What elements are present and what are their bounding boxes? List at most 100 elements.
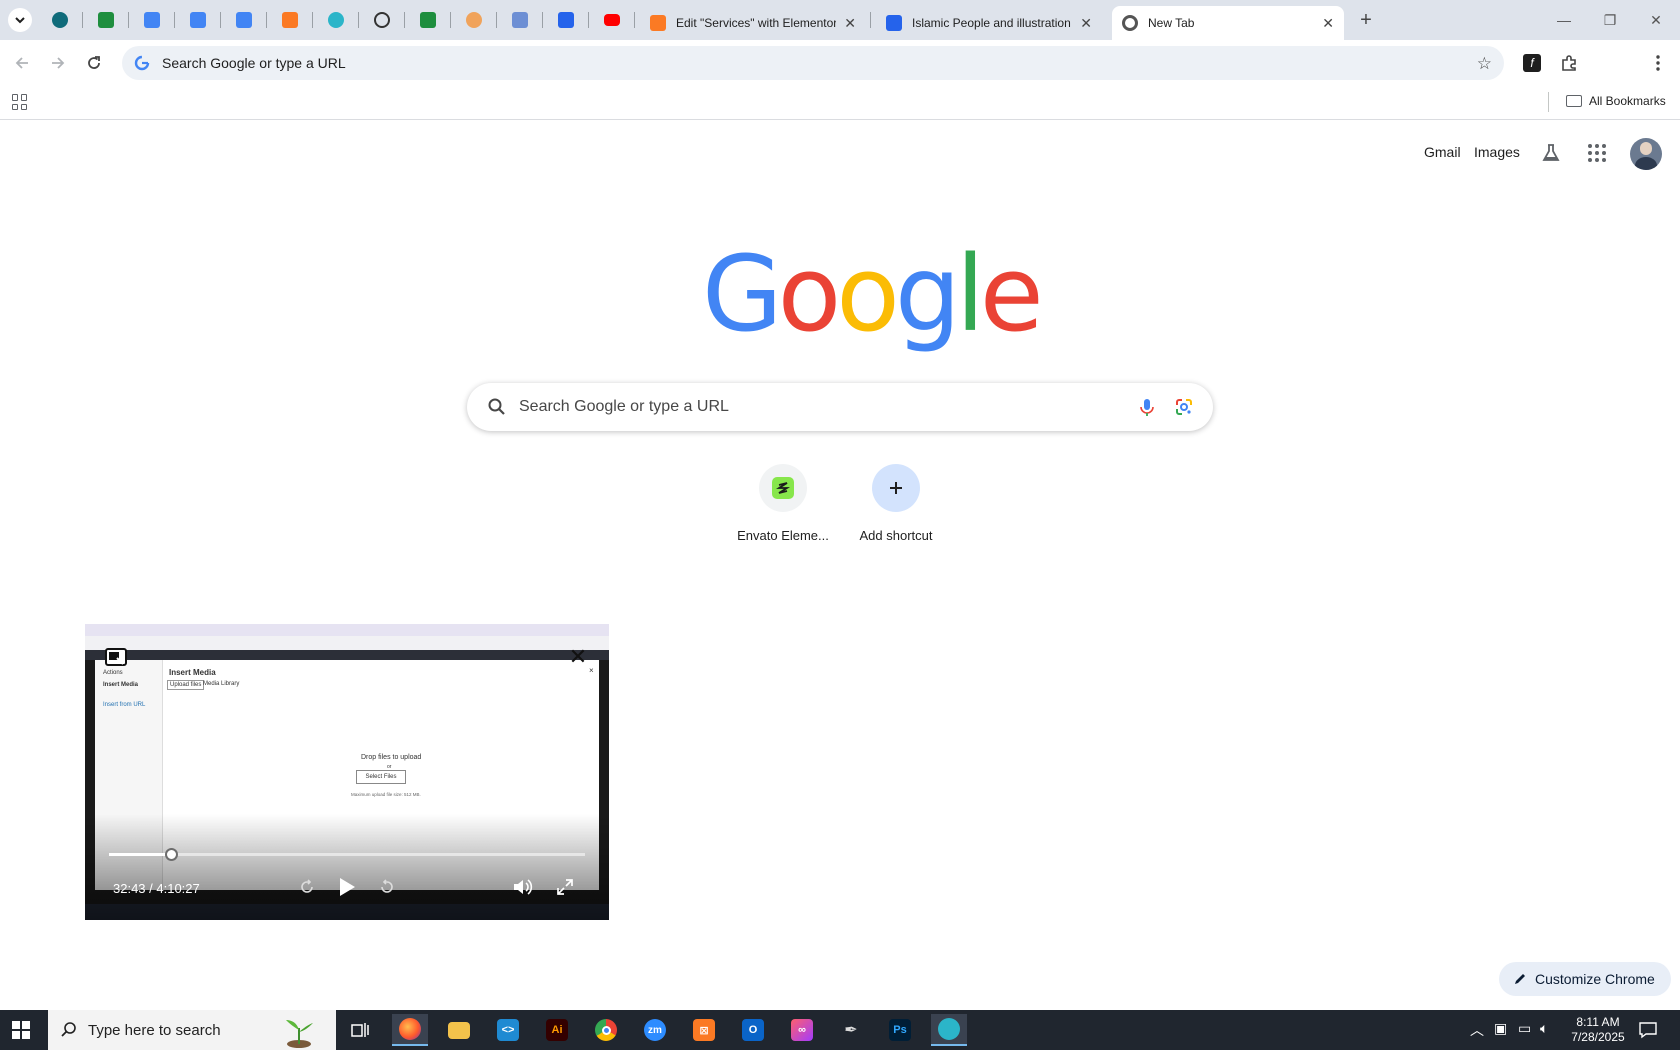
new-tab-button[interactable]: + [1354,8,1378,32]
tab-title: New Tab [1148,16,1195,30]
pinned-tab-grid[interactable] [506,8,534,32]
volume-button[interactable] [509,874,537,900]
pinned-tab-youtube[interactable] [598,8,626,32]
tab-separator [542,12,543,28]
video-pip-window[interactable]: Actions Insert Media Insert from URL Ins… [85,624,609,920]
taskbar-xampp[interactable]: ⊠ [686,1014,722,1046]
notifications-icon[interactable] [1638,1020,1658,1040]
pinned-tab-sheets[interactable] [92,8,120,32]
pinned-tab-sheets-2[interactable] [414,8,442,32]
taskbar-outlook[interactable]: O [735,1014,771,1046]
ntp-search-box[interactable]: Search Google or type a URL [467,383,1213,431]
pinned-tab-wordpress[interactable] [46,8,74,32]
pinned-tab-chatgpt[interactable] [368,8,396,32]
taskbar-vscode[interactable]: <> [490,1014,526,1046]
shortcut-envato-elements[interactable]: Envato Eleme... [727,464,839,543]
inner-urlbar [85,636,609,650]
all-bookmarks-button[interactable]: All Bookmarks [1566,94,1666,108]
tab-new-tab[interactable]: New Tab ✕ [1112,6,1344,40]
reload-button[interactable] [79,48,109,78]
taskbar-file-explorer[interactable] [441,1014,477,1046]
replay-10-icon [301,879,313,893]
close-icon[interactable]: ✕ [844,15,856,32]
windows-start-icon[interactable] [12,1021,30,1039]
bookmark-star-icon[interactable]: ☆ [1477,54,1492,74]
microphone-icon[interactable] [1137,397,1157,417]
xampp-icon [650,15,666,31]
google-apps-icon[interactable] [1588,144,1606,162]
minimize-button[interactable]: — [1544,8,1584,32]
pinned-tab-xampp[interactable] [276,8,304,32]
ntp-search-placeholder: Search Google or type a URL [519,398,729,415]
inner-dialog-title: Insert Media [169,668,216,677]
forward-button[interactable] [43,48,73,78]
fontface-extension-icon[interactable]: f [1520,51,1544,75]
gmail-link[interactable]: Gmail [1424,144,1461,160]
chrome-menu-icon[interactable] [1646,51,1670,75]
pinned-tab-docs-2[interactable] [184,8,212,32]
taskbar-firefox[interactable] [392,1014,428,1046]
play-button[interactable] [333,874,361,900]
google-lens-icon[interactable] [1174,397,1194,417]
grid-app-icon [512,12,528,28]
inner-drop-text: Drop files to upload [361,754,422,761]
taskbar-illustrator[interactable]: Ai [539,1014,575,1046]
taskbar-creative-cloud[interactable]: ∞ [784,1014,820,1046]
taskbar-app[interactable] [931,1014,967,1046]
customize-chrome-button[interactable]: Customize Chrome [1499,962,1671,996]
tray-display-icon[interactable]: ▣ [1494,1020,1507,1037]
taskbar-chrome[interactable] [588,1014,624,1046]
pinned-tab-docs-3[interactable] [230,8,258,32]
search-icon [61,1022,76,1037]
inner-tab: Upload files [167,680,205,690]
window-close-button[interactable]: ✕ [1636,8,1676,32]
pinned-tab-docs-1[interactable] [138,8,166,32]
taskbar-photoshop[interactable]: Ps [882,1014,918,1046]
omnibox[interactable]: Search Google or type a URL ☆ [122,46,1504,80]
tab-search-button[interactable] [8,8,32,32]
close-icon[interactable]: ✕ [1080,15,1092,32]
inner-actions-label: Actions [103,670,123,676]
extensions-puzzle-icon[interactable] [1557,51,1581,75]
tray-network-icon[interactable]: ▭ [1518,1020,1531,1037]
taskbar-search[interactable]: Type here to search [48,1010,336,1050]
tray-chevron-up-icon[interactable]: ︿ [1470,1020,1484,1040]
images-link[interactable]: Images [1474,144,1520,160]
close-icon[interactable]: ✕ [1322,15,1334,32]
tab-strip: Edit "Services" with Elementor ✕ Islamic… [0,0,1680,40]
seek-back-button[interactable] [293,874,321,900]
fullscreen-button[interactable] [551,874,579,900]
apps-shortcut-icon[interactable] [12,94,28,110]
labs-flask-icon[interactable] [1540,142,1562,164]
taskbar-zoom[interactable]: zm [637,1014,673,1046]
pinned-tab-hand[interactable] [460,8,488,32]
tab-separator [358,12,359,28]
taskbar-pen-tool[interactable]: ✒ [833,1014,869,1046]
tray-volume-icon[interactable]: 🔈︎ [1540,1020,1548,1037]
zoom-icon: zm [644,1019,666,1041]
google-logo: G o o g l e [702,233,1044,355]
video-progress-bar[interactable] [109,848,585,861]
back-button[interactable] [7,48,37,78]
clock-date: 7/28/2025 [1571,1030,1625,1044]
tab-elementor[interactable]: Edit "Services" with Elementor ✕ [640,6,866,40]
inner-close-icon: × [589,666,594,675]
restore-button[interactable]: ❐ [1590,8,1630,32]
pinned-tab-app[interactable] [322,8,350,32]
tab-separator [312,12,313,28]
logo-letter: o [777,233,842,355]
back-to-tab-icon[interactable] [105,648,127,666]
account-avatar[interactable] [1630,138,1662,170]
shortcut-tile [872,464,920,512]
tab-separator [82,12,83,28]
add-shortcut-button[interactable]: Add shortcut [840,464,952,543]
task-view-button[interactable] [342,1014,378,1046]
pinned-tab-forms[interactable] [552,8,580,32]
controls-gradient [85,814,609,920]
pip-close-icon[interactable]: ✕ [567,646,589,668]
tab-islamic-people[interactable]: Islamic People and illustration v ✕ [876,6,1102,40]
seek-forward-button[interactable] [373,874,401,900]
taskbar-clock[interactable]: 8:11 AM 7/28/2025 [1556,1015,1640,1045]
illustrator-icon: Ai [546,1019,568,1041]
video-progress-thumb[interactable] [164,848,178,861]
